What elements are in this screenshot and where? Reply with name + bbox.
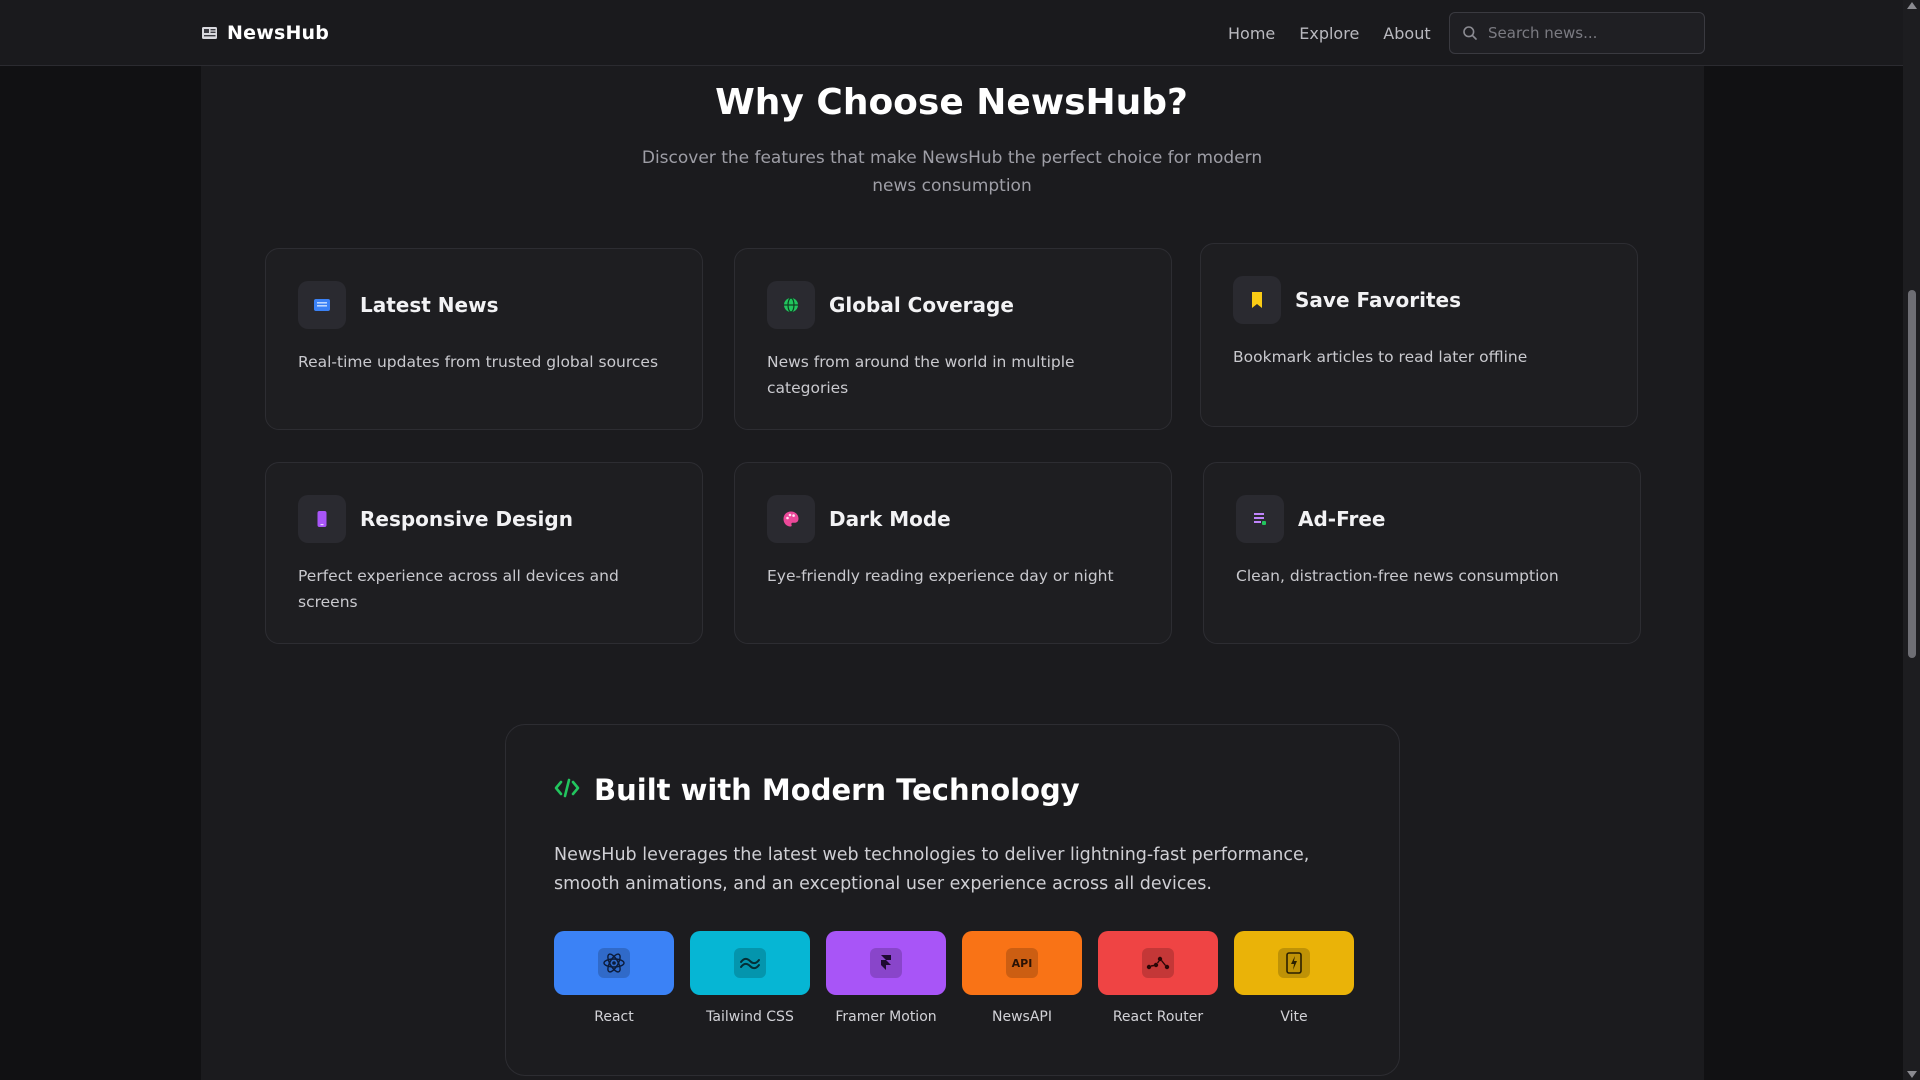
feature-card-dark-mode[interactable]: Dark Mode Eye-friendly reading experienc…	[734, 462, 1172, 644]
scroll-up-arrow-icon[interactable]	[1907, 2, 1917, 9]
tile-box	[826, 931, 946, 995]
page: NewsHub Home Explore About Why Choose Ne…	[0, 0, 1920, 1080]
nav-about-link[interactable]: About	[1383, 24, 1430, 43]
feature-description: Real-time updates from trusted global so…	[298, 353, 659, 371]
feature-description: Clean, distraction-free news consumption	[1236, 567, 1559, 585]
tech-section-description: NewsHub leverages the latest web technol…	[554, 845, 1310, 894]
section-title: Why Choose NewsHub?	[715, 82, 1188, 123]
top-navbar: NewsHub Home Explore About	[0, 0, 1903, 66]
framer-icon	[870, 948, 902, 978]
tile-label: React	[594, 1009, 634, 1025]
feature-description: News from around the world in multiple c…	[767, 353, 1075, 397]
feature-title: Global Coverage	[829, 293, 1014, 317]
api-glyph: API	[1011, 956, 1033, 970]
globe-icon	[767, 281, 815, 329]
tile-label: NewsAPI	[992, 1009, 1052, 1025]
feature-card-save-favorites[interactable]: Save Favorites Bookmark articles to read…	[1200, 243, 1638, 427]
nav-links: Home Explore About	[1228, 20, 1431, 46]
api-icon: API	[1006, 948, 1038, 978]
tile-label: Vite	[1280, 1009, 1308, 1025]
document-icon	[1236, 495, 1284, 543]
react-icon	[598, 948, 630, 978]
tile-label: React Router	[1112, 1009, 1204, 1025]
page-scrollbar[interactable]	[1903, 0, 1920, 1080]
newspaper-icon	[298, 281, 346, 329]
feature-card-ad-free[interactable]: Ad-Free Clean, distraction-free news con…	[1203, 462, 1641, 644]
tech-tile-newsapi[interactable]: API NewsAPI	[962, 931, 1082, 1025]
feature-card-global-coverage[interactable]: Global Coverage News from around the wor…	[734, 248, 1172, 430]
feature-title: Save Favorites	[1295, 288, 1461, 312]
scrollbar-thumb[interactable]	[1908, 290, 1916, 658]
scroll-down-arrow-icon[interactable]	[1907, 1071, 1917, 1078]
phone-icon	[298, 495, 346, 543]
feature-description: Perfect experience across all devices an…	[298, 567, 619, 611]
tech-tile-react-router[interactable]: React Router	[1098, 931, 1218, 1025]
search-box[interactable]	[1449, 12, 1705, 54]
feature-title: Ad-Free	[1298, 507, 1386, 531]
search-input[interactable]	[1488, 24, 1688, 42]
tile-box	[1234, 931, 1354, 995]
feature-card-responsive-design[interactable]: Responsive Design Perfect experience acr…	[265, 462, 703, 644]
feature-description: Eye-friendly reading experience day or n…	[767, 567, 1114, 585]
nav-explore-link[interactable]: Explore	[1299, 24, 1359, 43]
code-icon	[554, 777, 580, 803]
tech-section-title: Built with Modern Technology	[594, 773, 1080, 807]
bookmark-icon	[1233, 276, 1281, 324]
palette-icon	[767, 495, 815, 543]
brand-name: NewsHub	[227, 22, 330, 44]
feature-title: Latest News	[360, 293, 499, 317]
tile-box	[690, 931, 810, 995]
tile-box	[1098, 931, 1218, 995]
wave-icon	[734, 948, 766, 978]
feature-title: Responsive Design	[360, 507, 573, 531]
tile-label: Tailwind CSS	[706, 1009, 794, 1025]
feature-description: Bookmark articles to read later offline	[1233, 348, 1528, 366]
feature-title: Dark Mode	[829, 507, 951, 531]
feature-card-latest-news[interactable]: Latest News Real-time updates from trust…	[265, 248, 703, 430]
tile-label: Framer Motion	[835, 1009, 937, 1025]
section-subtitle: Discover the features that make NewsHub …	[641, 148, 1263, 196]
vite-icon	[1278, 948, 1310, 978]
router-icon	[1142, 948, 1174, 978]
nav-home-link[interactable]: Home	[1228, 24, 1275, 43]
brand-logo[interactable]: NewsHub	[201, 20, 329, 46]
tech-tile-framer-motion[interactable]: Framer Motion	[826, 931, 946, 1025]
tile-box: API	[962, 931, 1082, 995]
newspaper-icon	[201, 25, 219, 41]
search-icon	[1462, 25, 1478, 41]
tech-tile-tailwind[interactable]: Tailwind CSS	[690, 931, 810, 1025]
tech-stack-section: Built with Modern Technology NewsHub lev…	[505, 724, 1400, 1076]
tech-tile-react[interactable]: React	[554, 931, 674, 1025]
tech-tiles: React Tailwind CSS Framer Motion API New…	[554, 931, 1354, 1025]
tile-box	[554, 931, 674, 995]
tech-tile-vite[interactable]: Vite	[1234, 931, 1354, 1025]
